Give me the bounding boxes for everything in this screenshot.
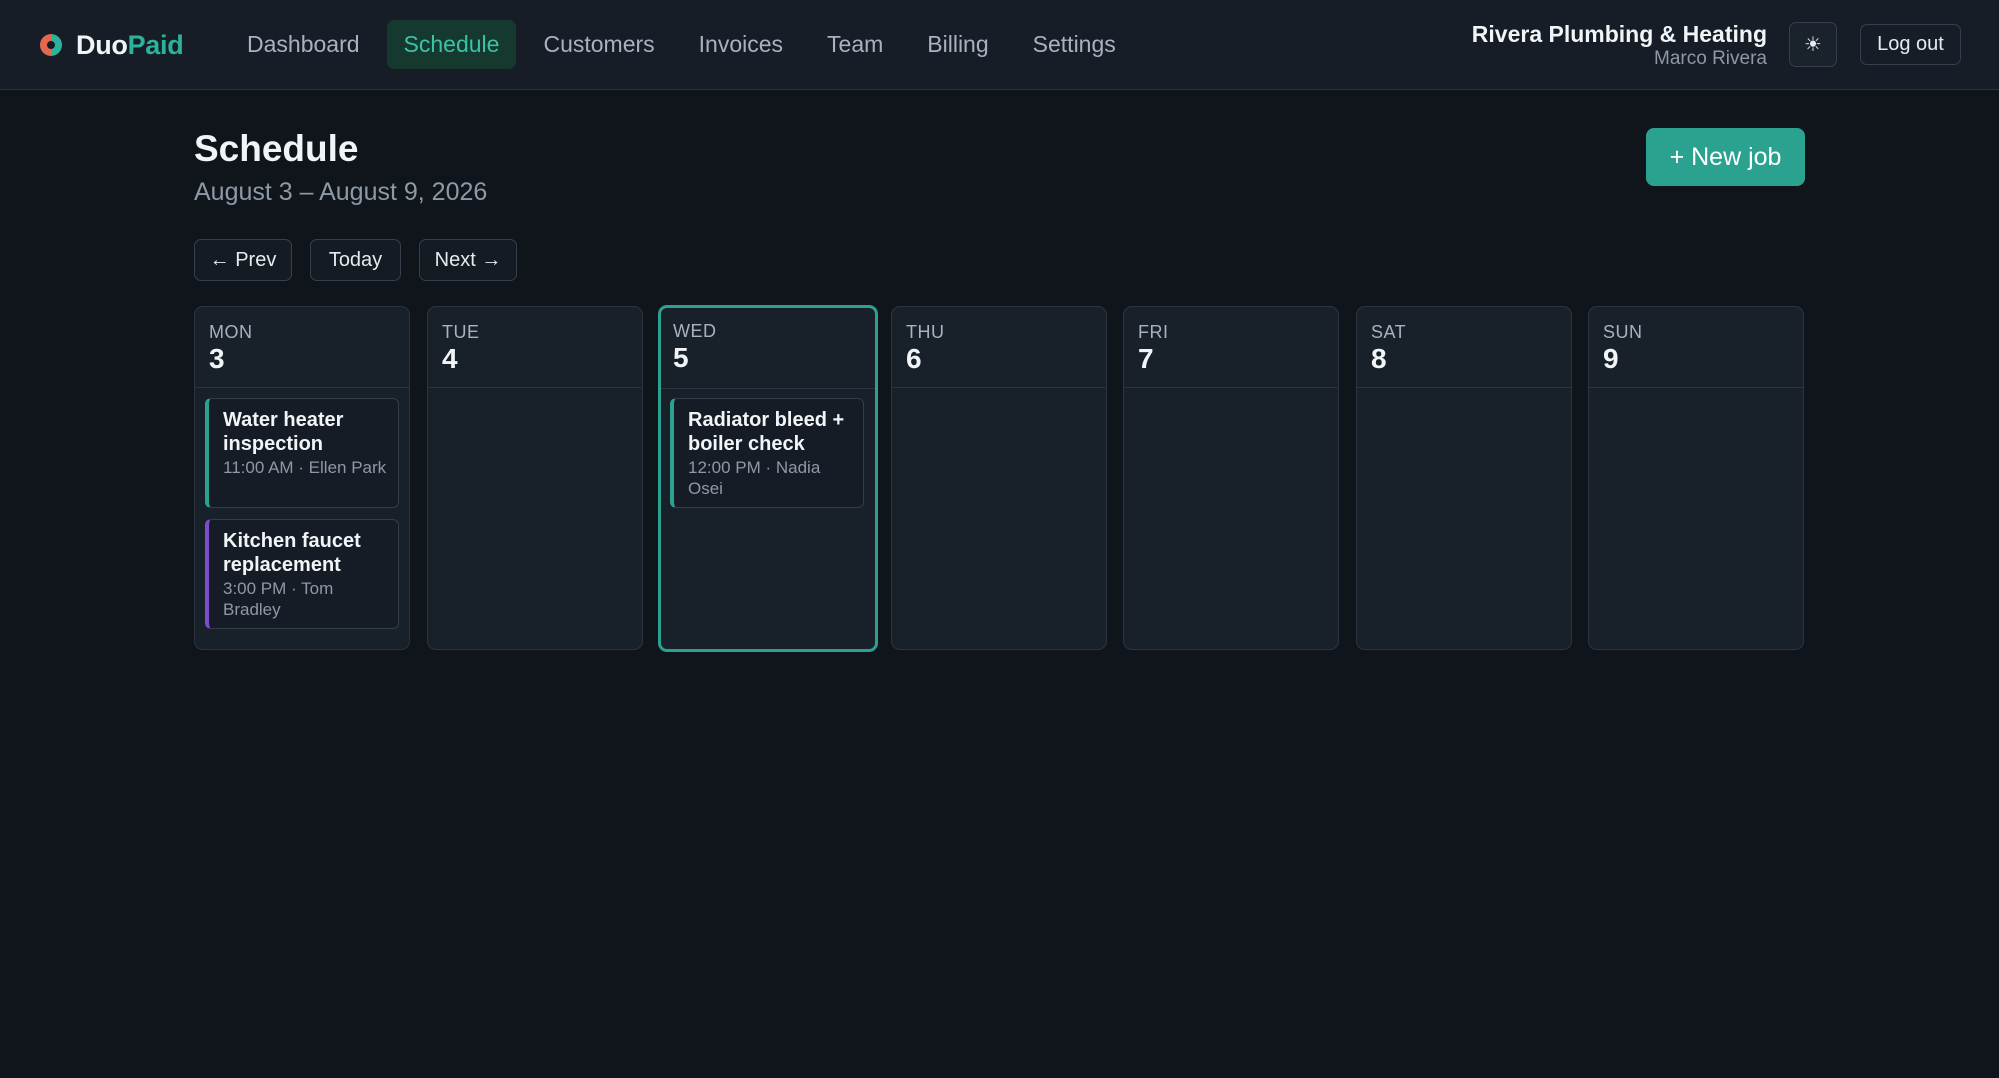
day-header: SAT 8 bbox=[1357, 307, 1571, 388]
job-title: Radiator bleed + boiler check bbox=[688, 409, 845, 455]
day-column-sun[interactable]: SUN 9 bbox=[1588, 306, 1804, 650]
day-column-tue[interactable]: TUE 4 bbox=[427, 306, 643, 650]
day-header: SUN 9 bbox=[1589, 307, 1803, 388]
top-nav-bar: DuoPaid Dashboard Schedule Customers Inv… bbox=[0, 0, 1999, 90]
date-range: August 3 – August 9, 2026 bbox=[194, 178, 488, 206]
page-title: Schedule bbox=[194, 128, 359, 169]
new-job-button[interactable]: + New job bbox=[1646, 128, 1805, 186]
job-card[interactable]: Water heater inspection 11:00 AM · Ellen… bbox=[205, 398, 399, 508]
next-week-button[interactable]: Next → bbox=[419, 239, 517, 281]
day-header: TUE 4 bbox=[428, 307, 642, 388]
logout-button[interactable]: Log out bbox=[1860, 24, 1961, 65]
nav-item-billing[interactable]: Billing bbox=[910, 20, 1005, 69]
job-card[interactable]: Kitchen faucet replacement 3:00 PM · Tom… bbox=[205, 519, 399, 629]
job-meta: 11:00 AM · Ellen Park bbox=[223, 458, 387, 477]
brand-logo-link[interactable]: DuoPaid bbox=[40, 28, 184, 62]
day-number: 8 bbox=[1371, 343, 1387, 374]
day-name: TUE bbox=[442, 322, 480, 342]
day-name: WED bbox=[673, 321, 717, 341]
job-meta: 12:00 PM · Nadia Osei bbox=[688, 458, 821, 498]
job-title: Kitchen faucet replacement bbox=[223, 530, 361, 576]
job-title: Water heater inspection bbox=[223, 409, 344, 455]
day-name: MON bbox=[209, 322, 253, 342]
nav-item-settings[interactable]: Settings bbox=[1016, 20, 1133, 69]
day-column-sat[interactable]: SAT 8 bbox=[1356, 306, 1572, 650]
today-button[interactable]: Today bbox=[310, 239, 401, 281]
nav-item-customers[interactable]: Customers bbox=[526, 20, 671, 69]
brand-logo-icon bbox=[40, 34, 62, 56]
company-name: Rivera Plumbing & Heating bbox=[1471, 21, 1767, 47]
day-number: 6 bbox=[906, 343, 922, 374]
day-name: THU bbox=[906, 322, 945, 342]
theme-toggle-button[interactable]: ☀ bbox=[1789, 22, 1837, 67]
prev-week-button[interactable]: ← Prev bbox=[194, 239, 292, 281]
nav-item-team[interactable]: Team bbox=[810, 20, 900, 69]
day-header: FRI 7 bbox=[1124, 307, 1338, 388]
nav-item-invoices[interactable]: Invoices bbox=[682, 20, 800, 69]
day-column-wed[interactable]: WED 5 Radiator bleed + boiler check 12:0… bbox=[658, 305, 878, 652]
main-nav: Dashboard Schedule Customers Invoices Te… bbox=[230, 20, 1143, 69]
job-meta: 3:00 PM · Tom Bradley bbox=[223, 579, 334, 619]
day-name: SUN bbox=[1603, 322, 1643, 342]
day-name: FRI bbox=[1138, 322, 1169, 342]
day-column-fri[interactable]: FRI 7 bbox=[1123, 306, 1339, 650]
day-header: THU 6 bbox=[892, 307, 1106, 388]
nav-item-schedule[interactable]: Schedule bbox=[386, 20, 517, 69]
nav-item-dashboard[interactable]: Dashboard bbox=[230, 20, 377, 69]
week-navigation: ← Prev Today Next → bbox=[194, 239, 535, 281]
sun-icon: ☀ bbox=[1804, 34, 1822, 56]
day-column-thu[interactable]: THU 6 bbox=[891, 306, 1107, 650]
job-card[interactable]: Radiator bleed + boiler check 12:00 PM ·… bbox=[670, 398, 864, 508]
day-header: MON 3 bbox=[195, 307, 409, 388]
day-column-mon[interactable]: MON 3 Water heater inspection 11:00 AM ·… bbox=[194, 306, 410, 650]
day-number: 3 bbox=[209, 343, 225, 374]
day-name: SAT bbox=[1371, 322, 1407, 342]
day-number: 7 bbox=[1138, 343, 1154, 374]
account-info: Rivera Plumbing & Heating Marco Rivera bbox=[1472, 20, 1767, 70]
user-name: Marco Rivera bbox=[1654, 48, 1767, 69]
day-header: WED 5 bbox=[661, 308, 875, 389]
brand-name: DuoPaid bbox=[76, 29, 184, 60]
day-number: 4 bbox=[442, 343, 458, 374]
day-number: 5 bbox=[673, 342, 689, 373]
day-number: 9 bbox=[1603, 343, 1619, 374]
